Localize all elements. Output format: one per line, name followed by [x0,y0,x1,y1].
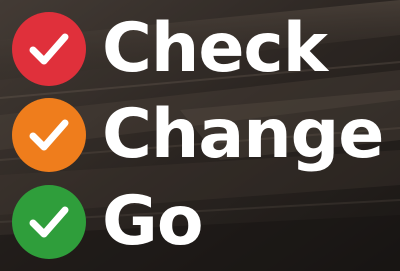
step-check: Check [12,9,328,89]
change-badge [12,98,86,172]
checkmark-icon [29,206,69,238]
step-label-go: Go [102,182,204,261]
go-badge [12,185,86,259]
checkmark-icon [29,119,69,151]
checkmark-icon [29,33,69,65]
check-badge [12,12,86,86]
step-go: Go [12,182,204,262]
step-label-check: Check [102,9,328,88]
step-change: Change [12,95,384,175]
step-label-change: Change [102,95,384,174]
